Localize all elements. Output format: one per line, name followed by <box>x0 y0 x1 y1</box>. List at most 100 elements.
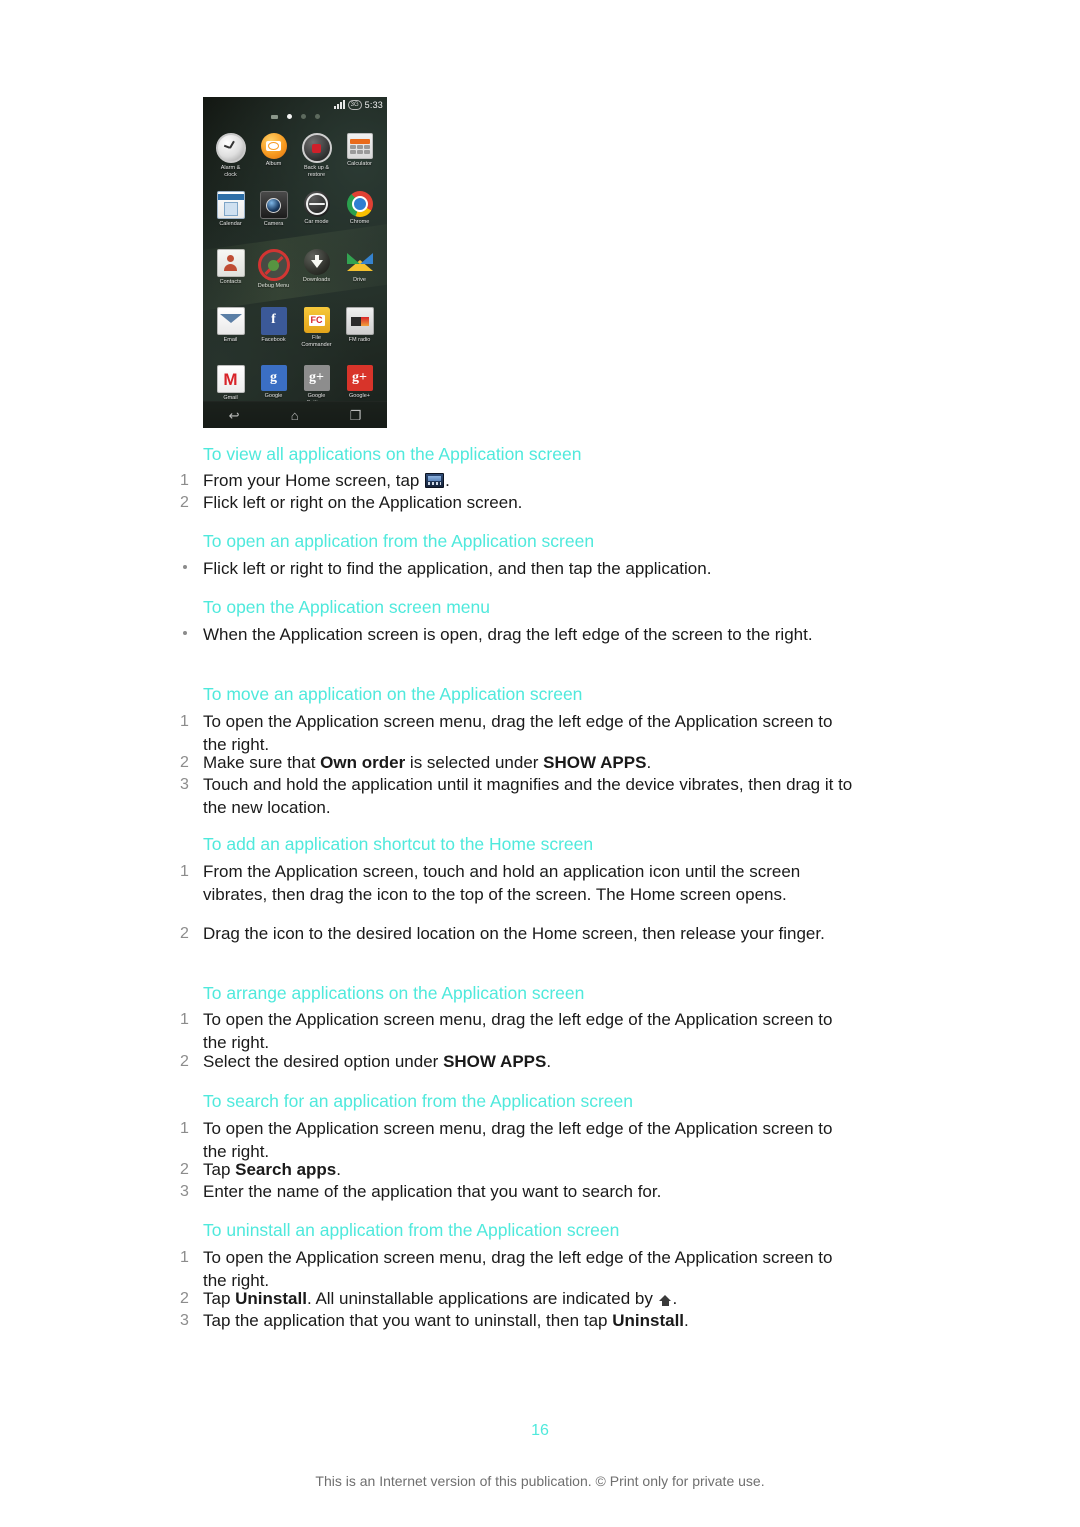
recents-icon[interactable]: ❐ <box>350 409 362 422</box>
app-item-backup-restore[interactable]: Back up & restore <box>295 133 338 183</box>
bullet-marker <box>183 631 187 635</box>
step-number: 2 <box>180 754 189 771</box>
step-text: Enter the name of the application that y… <box>203 1182 662 1201</box>
step-text-after: . <box>336 1160 341 1179</box>
list-item: When the Application screen is open, dra… <box>180 624 860 647</box>
list-item: 2 Flick left or right on the Application… <box>180 492 860 515</box>
step-number: 2 <box>180 494 189 511</box>
step-number: 2 <box>180 1161 189 1178</box>
album-icon <box>260 133 287 159</box>
network-type-label: 3G <box>347 100 362 110</box>
step-text: Make sure that Own order is selected und… <box>203 752 860 775</box>
app-label: Debug Menu <box>257 283 290 289</box>
step-number: 1 <box>180 472 189 489</box>
step-text: When the Application screen is open, dra… <box>203 625 813 644</box>
app-item-fm-radio[interactable]: FM radio <box>338 307 381 357</box>
file-commander-icon <box>303 307 330 333</box>
app-item-car-mode[interactable]: Car mode <box>295 191 338 241</box>
step-text: To open the Application screen menu, dra… <box>203 1248 833 1290</box>
section-heading: To arrange applications on the Applicati… <box>203 983 585 1003</box>
app-item-calendar[interactable]: Calendar <box>209 191 252 241</box>
step-text-bold: SHOW APPS <box>443 1052 547 1071</box>
app-label: FM radio <box>348 337 371 343</box>
status-bar: 3G 5:33 <box>333 99 383 111</box>
list-item: 3 Touch and hold the application until i… <box>180 774 860 819</box>
app-item-debug-menu[interactable]: Debug Menu <box>252 249 295 299</box>
bullet-marker <box>183 565 187 569</box>
list-item: 2 Make sure that Own order is selected u… <box>180 752 860 775</box>
step-number: 1 <box>180 1249 189 1266</box>
list-item: 2 Tap Uninstall. All uninstallable appli… <box>180 1288 860 1311</box>
app-item-file-commander[interactable]: FileCommander <box>295 307 338 357</box>
app-grid: Alarm & clock Album Back up & restore Calc… <box>209 133 381 415</box>
step-text-before: Select the desired option under <box>203 1052 444 1071</box>
home-icon[interactable]: ⌂ <box>291 409 299 422</box>
app-label: Downloads <box>302 277 331 283</box>
list-item: 1 To open the Application screen menu, d… <box>180 1009 860 1054</box>
step-number: 2 <box>180 1290 189 1307</box>
section-heading: To add an application shortcut to the Ho… <box>203 834 594 854</box>
debug-menu-icon <box>257 249 290 281</box>
camera-icon <box>259 191 288 219</box>
step-number: 1 <box>180 1011 189 1028</box>
status-bar-clock: 5:33 <box>364 100 383 110</box>
list-item: 2 Tap Search apps. <box>180 1159 860 1182</box>
app-item-camera[interactable]: Camera <box>252 191 295 241</box>
section-heading: To view all applications on the Applicat… <box>203 444 582 464</box>
footer-note: This is an Internet version of this publ… <box>315 1473 765 1489</box>
calendar-icon <box>216 191 245 219</box>
application-screen-screenshot: 3G 5:33 Alarm & clock Album Back up & rest… <box>203 97 387 428</box>
alarm-clock-icon <box>215 133 246 163</box>
car-mode-icon <box>303 191 330 217</box>
list-item: 1 To open the Application screen menu, d… <box>180 711 860 756</box>
page-dot-2 <box>300 114 306 119</box>
step-text-after: . <box>684 1311 689 1330</box>
list-item: 2 Drag the icon to the desired location … <box>180 923 860 946</box>
backup-restore-icon <box>301 133 332 163</box>
step-text-bold: Own order <box>320 753 406 772</box>
step-text: Select the desired option under SHOW APP… <box>203 1051 860 1074</box>
step-text-before: From your Home screen, tap <box>203 471 425 490</box>
app-item-contacts[interactable]: Contacts <box>209 249 252 299</box>
app-item-album[interactable]: Album <box>252 133 295 183</box>
step-number: 2 <box>180 925 189 942</box>
section-heading: To search for an application from the Ap… <box>203 1091 633 1111</box>
app-label: Contacts <box>219 279 242 285</box>
list-item: 3 Tap the application that you want to u… <box>180 1310 860 1333</box>
step-text-after: . <box>445 471 450 490</box>
step-text-before: Tap the application that you want to uni… <box>203 1311 613 1330</box>
step-text-bold: Search apps <box>235 1160 337 1179</box>
app-label: Car mode <box>304 219 329 225</box>
signal-strength-icon <box>333 100 345 109</box>
facebook-icon: f <box>260 307 287 335</box>
step-text-before: Tap <box>203 1289 236 1308</box>
step-text-mid: . All uninstallable applications are ind… <box>306 1289 658 1308</box>
app-label: Email <box>223 337 238 343</box>
drive-icon <box>346 249 373 275</box>
step-text-after: . <box>672 1289 678 1308</box>
step-text-after: . <box>646 753 652 772</box>
step-number: 3 <box>180 1312 189 1329</box>
app-item-facebook[interactable]: f Facebook <box>252 307 295 357</box>
step-text-bold: Uninstall <box>235 1289 307 1308</box>
app-label: Drive <box>353 277 366 283</box>
app-item-calculator[interactable]: Calculator <box>338 133 381 183</box>
page-number: 16 <box>531 1422 549 1439</box>
email-icon <box>216 307 245 335</box>
back-icon[interactable]: ↩ <box>229 409 240 422</box>
app-label: Google <box>264 393 283 399</box>
contacts-icon <box>216 249 245 277</box>
step-number: 1 <box>180 713 189 730</box>
app-item-email[interactable]: Email <box>209 307 252 357</box>
step-text-before: Make sure that <box>203 753 321 772</box>
step-number: 3 <box>180 776 189 793</box>
app-item-drive[interactable]: Drive <box>338 249 381 299</box>
section-heading: To open the Application screen menu <box>203 597 490 617</box>
app-item-downloads[interactable]: Downloads <box>295 249 338 299</box>
section-heading: To move an application on the Applicatio… <box>203 684 583 704</box>
app-item-alarm-clock[interactable]: Alarm & clock <box>209 133 252 183</box>
step-text: To open the Application screen menu, dra… <box>203 712 833 754</box>
downloads-icon <box>303 249 330 275</box>
list-item: 1 To open the Application screen menu, d… <box>180 1118 860 1163</box>
app-item-chrome[interactable]: Chrome <box>338 191 381 241</box>
